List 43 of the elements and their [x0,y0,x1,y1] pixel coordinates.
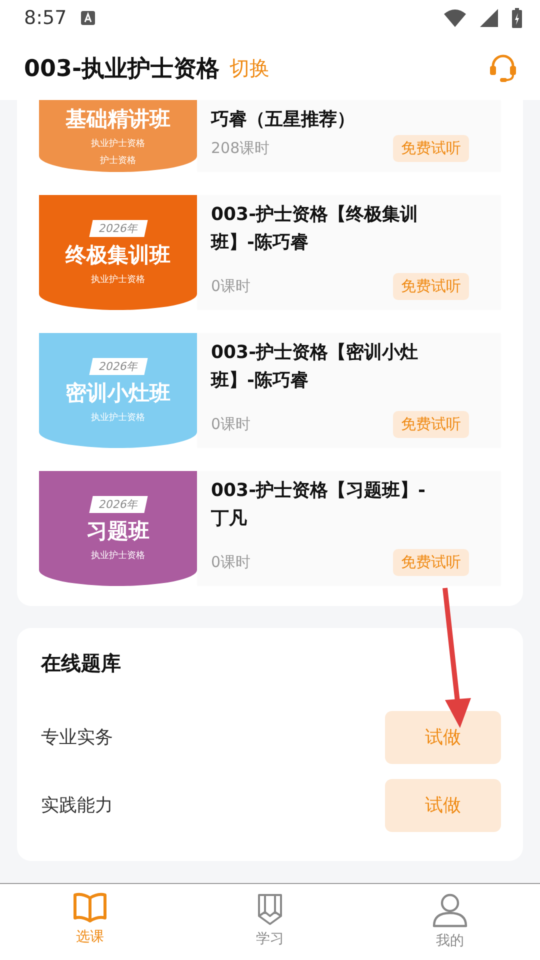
cover-subtitle: 执业护士资格 [91,412,145,424]
nav-tab[interactable]: 选课 [0,884,180,960]
switch-link[interactable]: 切换 [230,54,488,82]
signal-icon [480,9,498,27]
free-trial-button[interactable]: 免费试听 [393,411,469,438]
cover-subtitle: 执业护士资格 [91,138,145,150]
course-title: 巧睿（五星推荐） [211,108,356,132]
headset-icon[interactable] [488,53,518,83]
course-title: 003-护士资格【习题班】-丁凡 [211,479,427,531]
try-button[interactable]: 试做 [385,778,501,832]
cover-year: 2026年 [88,220,148,236]
cover-title: 基础精讲班 [66,106,170,133]
pencil-icon [256,892,284,926]
status-time: 8:57 [24,7,67,29]
lesson-count: 0课时 [211,553,251,572]
nav-tab[interactable]: 我的 [360,884,540,960]
course-title: 003-护士资格【密训小灶班】-陈巧睿 [211,341,420,393]
lesson-count: 0课时 [211,277,251,296]
notification-icon [80,11,95,25]
cover-subtitle: 执业护士资格 [91,550,145,562]
free-trial-button[interactable]: 免费试听 [393,273,469,300]
section-title: 在线题库 [41,650,122,677]
page-title: 003-执业护士资格 [24,54,220,84]
subject-label: 专业实务 [41,726,113,749]
book-icon [72,892,108,924]
cover-subtitle: 护士资格 [100,154,136,167]
cover-title: 终极集训班 [66,242,170,268]
free-trial-button[interactable]: 免费试听 [393,549,469,576]
wifi-icon [444,9,466,27]
lesson-count: 0课时 [211,415,251,434]
battery-icon [512,8,522,28]
free-trial-button[interactable]: 免费试听 [393,135,469,162]
person-icon [432,892,468,928]
cover-title: 密训小灶班 [66,380,170,406]
cover-year: 2026年 [88,496,148,512]
course-title: 003-护士资格【终极集训班】-陈巧睿 [211,203,420,255]
lesson-count: 208课时 [211,139,270,158]
try-button[interactable]: 试做 [385,710,501,764]
cover-subtitle: 执业护士资格 [91,274,145,286]
cover-title: 习题班 [86,518,150,544]
cover-year: 2026年 [88,358,148,374]
nav-tab[interactable]: 学习 [180,884,360,960]
subject-label: 实践能力 [41,794,113,817]
